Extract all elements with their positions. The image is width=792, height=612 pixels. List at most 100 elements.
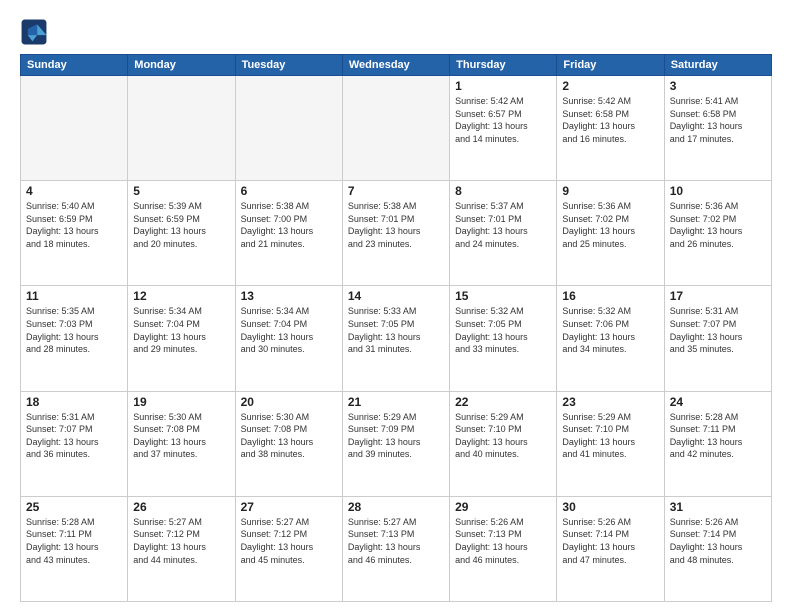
- day-cell: 1 Sunrise: 5:42 AM Sunset: 6:57 PM Daylig…: [450, 76, 557, 181]
- day-info: Sunrise: 5:40 AM Sunset: 6:59 PM Dayligh…: [26, 200, 122, 250]
- day-info: Sunrise: 5:31 AM Sunset: 7:07 PM Dayligh…: [26, 411, 122, 461]
- col-header-sunday: Sunday: [21, 55, 128, 76]
- day-info: Sunrise: 5:34 AM Sunset: 7:04 PM Dayligh…: [241, 305, 337, 355]
- day-number: 8: [455, 184, 551, 198]
- day-info: Sunrise: 5:26 AM Sunset: 7:13 PM Dayligh…: [455, 516, 551, 566]
- week-row-2: 4 Sunrise: 5:40 AM Sunset: 6:59 PM Daylig…: [21, 181, 772, 286]
- day-number: 12: [133, 289, 229, 303]
- day-info: Sunrise: 5:42 AM Sunset: 6:57 PM Dayligh…: [455, 95, 551, 145]
- day-cell: [21, 76, 128, 181]
- day-cell: 15 Sunrise: 5:32 AM Sunset: 7:05 PM Dayli…: [450, 286, 557, 391]
- day-cell: 26 Sunrise: 5:27 AM Sunset: 7:12 PM Dayli…: [128, 496, 235, 601]
- day-cell: 12 Sunrise: 5:34 AM Sunset: 7:04 PM Dayli…: [128, 286, 235, 391]
- day-number: 26: [133, 500, 229, 514]
- day-info: Sunrise: 5:30 AM Sunset: 7:08 PM Dayligh…: [241, 411, 337, 461]
- day-cell: 13 Sunrise: 5:34 AM Sunset: 7:04 PM Dayli…: [235, 286, 342, 391]
- day-cell: 23Sunrise: 5:29 AM Sunset: 7:10 PM Dayli…: [557, 391, 664, 496]
- day-number: 3: [670, 79, 766, 93]
- col-header-saturday: Saturday: [664, 55, 771, 76]
- day-cell: 5Sunrise: 5:39 AM Sunset: 6:59 PM Daylig…: [128, 181, 235, 286]
- day-info: Sunrise: 5:32 AM Sunset: 7:06 PM Dayligh…: [562, 305, 658, 355]
- day-cell: 24 Sunrise: 5:28 AM Sunset: 7:11 PM Dayli…: [664, 391, 771, 496]
- day-cell: 30Sunrise: 5:26 AM Sunset: 7:14 PM Dayli…: [557, 496, 664, 601]
- day-cell: 7Sunrise: 5:38 AM Sunset: 7:01 PM Daylig…: [342, 181, 449, 286]
- day-cell: 27 Sunrise: 5:27 AM Sunset: 7:12 PM Dayli…: [235, 496, 342, 601]
- day-number: 2: [562, 79, 658, 93]
- day-info: Sunrise: 5:38 AM Sunset: 7:00 PM Dayligh…: [241, 200, 337, 250]
- day-number: 24: [670, 395, 766, 409]
- week-row-3: 11Sunrise: 5:35 AM Sunset: 7:03 PM Dayli…: [21, 286, 772, 391]
- day-number: 15: [455, 289, 551, 303]
- day-number: 11: [26, 289, 122, 303]
- day-info: Sunrise: 5:36 AM Sunset: 7:02 PM Dayligh…: [670, 200, 766, 250]
- day-cell: 21 Sunrise: 5:29 AM Sunset: 7:09 PM Dayli…: [342, 391, 449, 496]
- day-info: Sunrise: 5:42 AM Sunset: 6:58 PM Dayligh…: [562, 95, 658, 145]
- day-number: 29: [455, 500, 551, 514]
- day-info: Sunrise: 5:30 AM Sunset: 7:08 PM Dayligh…: [133, 411, 229, 461]
- day-cell: 18 Sunrise: 5:31 AM Sunset: 7:07 PM Dayli…: [21, 391, 128, 496]
- day-cell: 14Sunrise: 5:33 AM Sunset: 7:05 PM Dayli…: [342, 286, 449, 391]
- day-info: Sunrise: 5:27 AM Sunset: 7:12 PM Dayligh…: [241, 516, 337, 566]
- day-info: Sunrise: 5:32 AM Sunset: 7:05 PM Dayligh…: [455, 305, 551, 355]
- day-info: Sunrise: 5:28 AM Sunset: 7:11 PM Dayligh…: [670, 411, 766, 461]
- day-info: Sunrise: 5:28 AM Sunset: 7:11 PM Dayligh…: [26, 516, 122, 566]
- day-number: 21: [348, 395, 444, 409]
- day-cell: 2 Sunrise: 5:42 AM Sunset: 6:58 PM Daylig…: [557, 76, 664, 181]
- day-number: 10: [670, 184, 766, 198]
- day-cell: 16 Sunrise: 5:32 AM Sunset: 7:06 PM Dayli…: [557, 286, 664, 391]
- day-number: 6: [241, 184, 337, 198]
- day-info: Sunrise: 5:31 AM Sunset: 7:07 PM Dayligh…: [670, 305, 766, 355]
- day-number: 4: [26, 184, 122, 198]
- day-number: 9: [562, 184, 658, 198]
- week-row-4: 18 Sunrise: 5:31 AM Sunset: 7:07 PM Dayli…: [21, 391, 772, 496]
- day-cell: 6 Sunrise: 5:38 AM Sunset: 7:00 PM Daylig…: [235, 181, 342, 286]
- day-cell: 22 Sunrise: 5:29 AM Sunset: 7:10 PM Dayli…: [450, 391, 557, 496]
- day-cell: 9 Sunrise: 5:36 AM Sunset: 7:02 PM Daylig…: [557, 181, 664, 286]
- day-cell: 19Sunrise: 5:30 AM Sunset: 7:08 PM Dayli…: [128, 391, 235, 496]
- week-row-1: 1 Sunrise: 5:42 AM Sunset: 6:57 PM Daylig…: [21, 76, 772, 181]
- day-info: Sunrise: 5:38 AM Sunset: 7:01 PM Dayligh…: [348, 200, 444, 250]
- day-cell: 31 Sunrise: 5:26 AM Sunset: 7:14 PM Dayli…: [664, 496, 771, 601]
- day-cell: 25Sunrise: 5:28 AM Sunset: 7:11 PM Dayli…: [21, 496, 128, 601]
- col-header-thursday: Thursday: [450, 55, 557, 76]
- day-cell: [128, 76, 235, 181]
- day-number: 13: [241, 289, 337, 303]
- col-header-wednesday: Wednesday: [342, 55, 449, 76]
- day-info: Sunrise: 5:29 AM Sunset: 7:10 PM Dayligh…: [562, 411, 658, 461]
- day-info: Sunrise: 5:27 AM Sunset: 7:12 PM Dayligh…: [133, 516, 229, 566]
- day-cell: 20Sunrise: 5:30 AM Sunset: 7:08 PM Dayli…: [235, 391, 342, 496]
- day-number: 5: [133, 184, 229, 198]
- day-info: Sunrise: 5:29 AM Sunset: 7:09 PM Dayligh…: [348, 411, 444, 461]
- day-number: 17: [670, 289, 766, 303]
- day-info: Sunrise: 5:36 AM Sunset: 7:02 PM Dayligh…: [562, 200, 658, 250]
- day-info: Sunrise: 5:34 AM Sunset: 7:04 PM Dayligh…: [133, 305, 229, 355]
- logo: [20, 18, 52, 46]
- day-number: 18: [26, 395, 122, 409]
- day-number: 16: [562, 289, 658, 303]
- day-info: Sunrise: 5:26 AM Sunset: 7:14 PM Dayligh…: [670, 516, 766, 566]
- day-cell: 17 Sunrise: 5:31 AM Sunset: 7:07 PM Dayli…: [664, 286, 771, 391]
- day-cell: 8 Sunrise: 5:37 AM Sunset: 7:01 PM Daylig…: [450, 181, 557, 286]
- col-header-tuesday: Tuesday: [235, 55, 342, 76]
- calendar: SundayMondayTuesdayWednesdayThursdayFrid…: [20, 54, 772, 602]
- day-info: Sunrise: 5:41 AM Sunset: 6:58 PM Dayligh…: [670, 95, 766, 145]
- day-info: Sunrise: 5:26 AM Sunset: 7:14 PM Dayligh…: [562, 516, 658, 566]
- day-info: Sunrise: 5:37 AM Sunset: 7:01 PM Dayligh…: [455, 200, 551, 250]
- logo-icon: [20, 18, 48, 46]
- day-number: 28: [348, 500, 444, 514]
- page: SundayMondayTuesdayWednesdayThursdayFrid…: [0, 0, 792, 612]
- header: [20, 18, 772, 46]
- day-number: 31: [670, 500, 766, 514]
- day-cell: [342, 76, 449, 181]
- day-cell: 29 Sunrise: 5:26 AM Sunset: 7:13 PM Dayli…: [450, 496, 557, 601]
- day-number: 22: [455, 395, 551, 409]
- day-cell: 4 Sunrise: 5:40 AM Sunset: 6:59 PM Daylig…: [21, 181, 128, 286]
- day-cell: 3 Sunrise: 5:41 AM Sunset: 6:58 PM Daylig…: [664, 76, 771, 181]
- day-info: Sunrise: 5:27 AM Sunset: 7:13 PM Dayligh…: [348, 516, 444, 566]
- day-number: 27: [241, 500, 337, 514]
- day-info: Sunrise: 5:29 AM Sunset: 7:10 PM Dayligh…: [455, 411, 551, 461]
- calendar-header-row: SundayMondayTuesdayWednesdayThursdayFrid…: [21, 55, 772, 76]
- day-number: 1: [455, 79, 551, 93]
- day-cell: 28 Sunrise: 5:27 AM Sunset: 7:13 PM Dayli…: [342, 496, 449, 601]
- week-row-5: 25Sunrise: 5:28 AM Sunset: 7:11 PM Dayli…: [21, 496, 772, 601]
